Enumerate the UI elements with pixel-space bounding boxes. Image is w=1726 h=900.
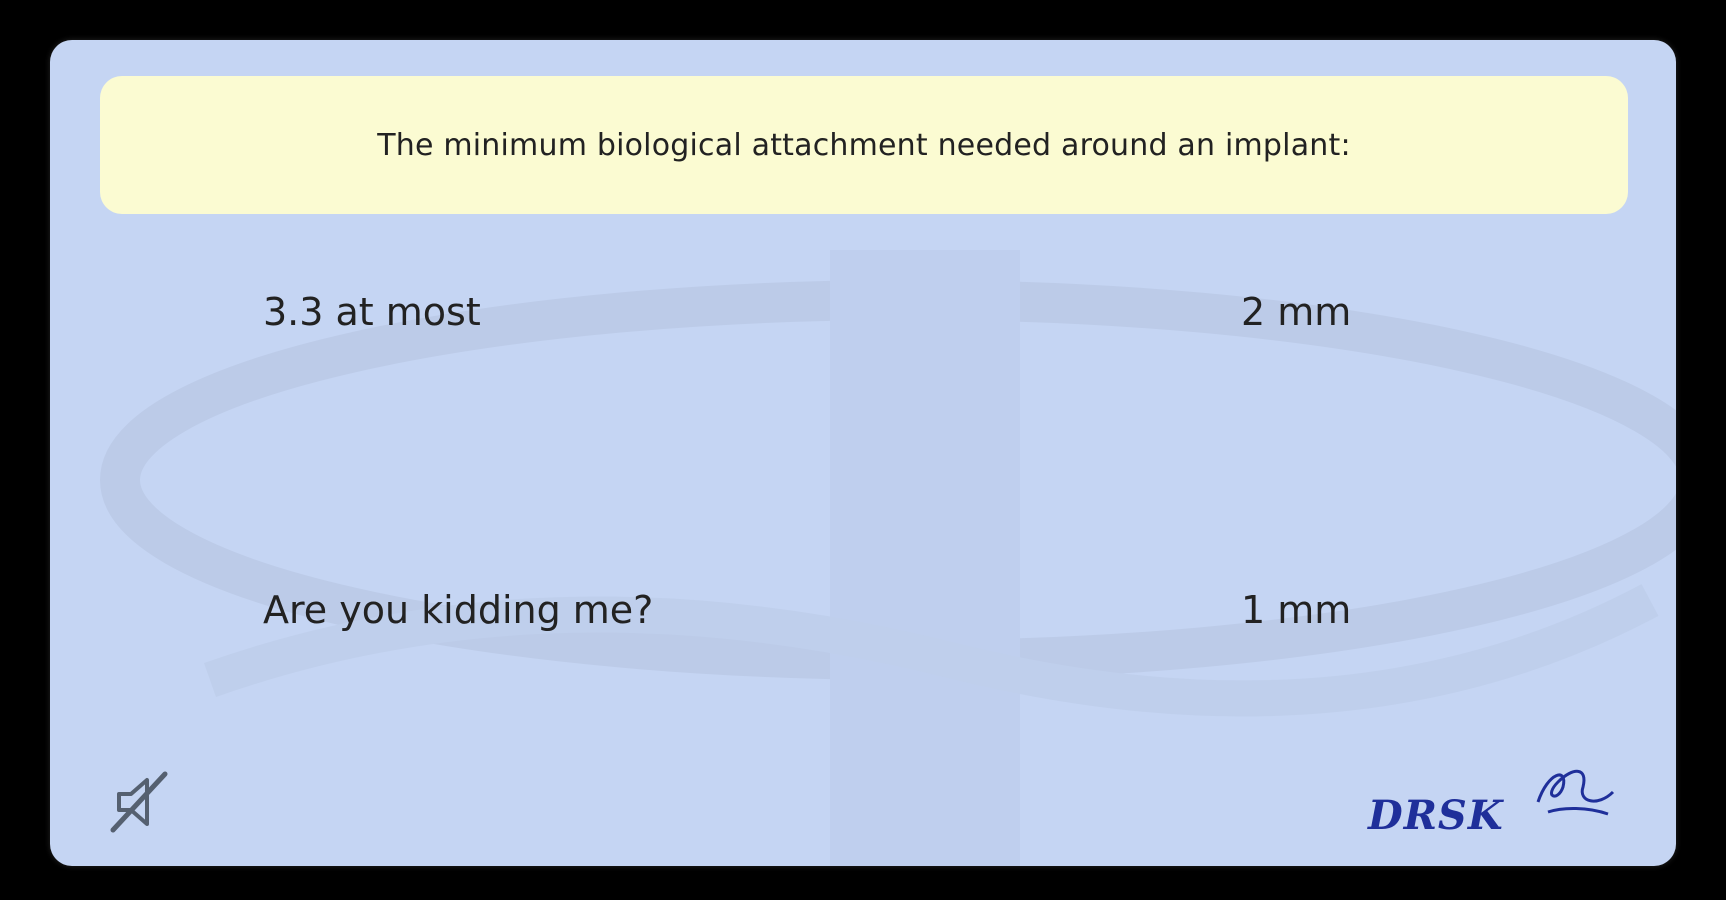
- quiz-card: The minimum biological attachment needed…: [50, 40, 1676, 866]
- answer-option-1[interactable]: 3.3 at most: [263, 290, 481, 334]
- question-box: The minimum biological attachment needed…: [100, 76, 1628, 214]
- drsk-logo: DRSK: [1368, 762, 1628, 842]
- question-text: The minimum biological attachment needed…: [377, 127, 1351, 163]
- logo-text: DRSK: [1368, 792, 1504, 839]
- answer-option-3[interactable]: Are you kidding me?: [263, 588, 653, 632]
- logo-mark-icon: [1536, 769, 1615, 816]
- speaker-muted-icon: [110, 771, 168, 833]
- mute-button[interactable]: [105, 766, 175, 836]
- answer-option-4[interactable]: 1 mm: [1241, 588, 1351, 632]
- answer-option-2[interactable]: 2 mm: [1241, 290, 1351, 334]
